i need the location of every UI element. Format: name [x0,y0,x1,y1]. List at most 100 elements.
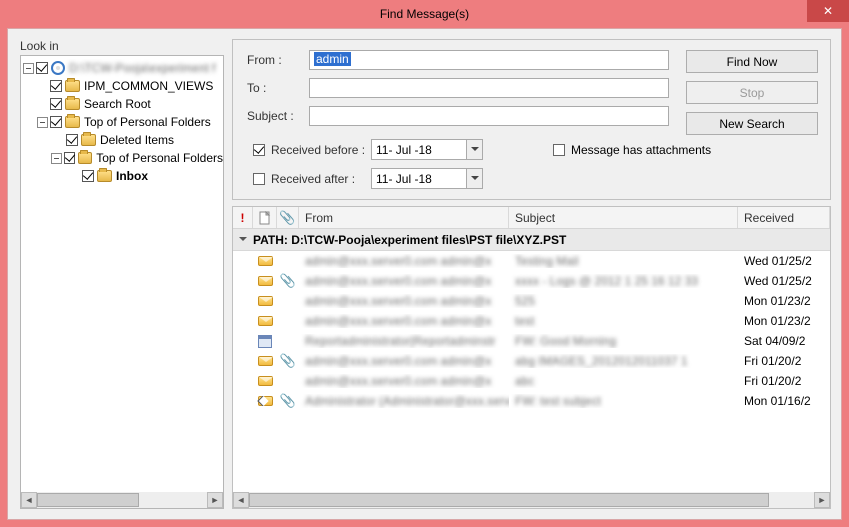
tree-node-deleted[interactable]: Deleted Items [21,131,223,149]
group-header[interactable]: PATH: D:\TCW-Pooja\experiment files\PST … [233,229,830,251]
tree-node-root[interactable]: D:\TCW-Pooja\experiment f [21,59,223,77]
cell-subject: test [509,314,738,328]
from-label: From : [247,53,309,67]
scroll-thumb[interactable] [37,493,139,507]
received-after-date[interactable]: 11- Jul -18 [371,168,483,189]
date-value: 11- Jul -18 [372,143,466,157]
column-headers: ! 📎 From Subject Received [233,207,830,229]
col-from[interactable]: From [299,207,509,228]
tree-h-scrollbar[interactable]: ◄ ► [21,492,223,508]
page-icon [259,211,271,225]
table-row[interactable]: admin@xxx.server0.com admin@xtestMon 01/… [233,311,830,331]
cell-received: Wed 01/25/2 [738,254,830,268]
scroll-right-button[interactable]: ► [814,492,830,508]
table-row[interactable]: 📎Administrator (Administrator@xxx.serveF… [233,391,830,411]
look-in-label: Look in [20,39,224,53]
to-label: To : [247,81,309,95]
cell-from: Administrator (Administrator@xxx.serve [299,394,509,408]
cell-received: Fri 01/20/2 [738,354,830,368]
scroll-track[interactable] [37,492,207,508]
col-received[interactable]: Received [738,207,830,228]
cell-type-icon [253,276,277,286]
cell-type-icon [253,356,277,366]
subject-input[interactable] [309,106,669,126]
table-row[interactable]: 📎admin@xxx.server0.com admin@xxxxx - Log… [233,271,830,291]
folder-icon [81,134,96,146]
envelope-icon [258,256,273,266]
cell-received: Mon 01/16/2 [738,394,830,408]
table-row[interactable]: admin@xxx.server0.com admin@xabcFri 01/2… [233,371,830,391]
date-value: 11- Jul -18 [372,172,466,186]
tree-node-inbox[interactable]: Inbox [21,167,223,185]
table-row[interactable]: 📎admin@xxx.server0.com admin@xabg IMAGES… [233,351,830,371]
received-after-checkbox[interactable] [253,173,265,185]
col-importance[interactable]: ! [233,207,253,228]
cell-type-icon [253,376,277,386]
tree-node-top[interactable]: Top of Personal Folders [21,113,223,131]
expander-icon[interactable] [37,117,48,128]
envelope-icon [258,276,273,286]
cell-type-icon [253,296,277,306]
chevron-down-icon[interactable] [466,169,482,188]
scroll-left-button[interactable]: ◄ [21,492,37,508]
group-path: PATH: D:\TCW-Pooja\experiment files\PST … [253,233,566,247]
folder-icon [65,98,80,110]
attachments-checkbox[interactable] [553,144,565,156]
envelope-reply-icon [258,396,273,406]
checkbox[interactable] [66,134,78,146]
col-subject[interactable]: Subject [509,207,738,228]
received-before-date[interactable]: 11- Jul -18 [371,139,483,160]
cell-received: Fri 01/20/2 [738,374,830,388]
cell-received: Wed 01/25/2 [738,274,830,288]
received-before-checkbox[interactable] [253,144,265,156]
checkbox[interactable] [82,170,94,182]
tree-label: Top of Personal Folders [84,113,211,131]
checkbox[interactable] [36,62,48,74]
new-search-button[interactable]: New Search [686,112,818,135]
tree-label: Inbox [116,167,148,185]
table-row[interactable]: admin@xxx.server0.com admin@xTesting Mai… [233,251,830,271]
chevron-down-icon[interactable] [466,140,482,159]
tree-label: IPM_COMMON_VIEWS [84,77,213,95]
close-icon: ✕ [823,4,833,18]
checkbox[interactable] [50,98,62,110]
cell-attachment: 📎 [277,353,299,369]
checkbox[interactable] [64,152,75,164]
cell-subject: 525 [509,294,738,308]
checkbox[interactable] [50,80,62,92]
cell-subject: FW: Good Morning [509,334,738,348]
col-item-type[interactable] [253,207,277,228]
folder-tree[interactable]: D:\TCW-Pooja\experiment f IPM_COMMON_VIE… [20,55,224,509]
cell-subject: FW: test subject [509,394,738,408]
from-input[interactable]: admin [309,50,669,70]
to-input[interactable] [309,78,669,98]
expander-icon[interactable] [51,153,61,164]
close-button[interactable]: ✕ [807,0,849,22]
cell-from: admin@xxx.server0.com admin@x [299,294,509,308]
table-row[interactable]: Reportadministrator|ReportadminstrFW: Go… [233,331,830,351]
tree-node-ipm[interactable]: IPM_COMMON_VIEWS [21,77,223,95]
checkbox[interactable] [50,116,62,128]
window-title: Find Message(s) [380,7,469,21]
scroll-left-button[interactable]: ◄ [233,492,249,508]
tree-node-top2[interactable]: Top of Personal Folders [21,149,223,167]
scroll-right-button[interactable]: ► [207,492,223,508]
scroll-track[interactable] [249,492,814,508]
scroll-thumb[interactable] [249,493,769,507]
cell-from: admin@xxx.server0.com admin@x [299,254,509,268]
paperclip-icon: 📎 [280,273,296,289]
cell-type-icon [253,335,277,348]
cell-type-icon [253,396,277,406]
col-attachment[interactable]: 📎 [277,207,299,228]
find-now-button[interactable]: Find Now [686,50,818,73]
results-h-scrollbar[interactable]: ◄ ► [233,492,830,508]
client-area: Look in D:\TCW-Pooja\experiment f IP [7,28,842,520]
cell-attachment: 📎 [277,393,299,409]
tree-label: Top of Personal Folders [96,149,223,167]
stop-button: Stop [686,81,818,104]
table-row[interactable]: admin@xxx.server0.com admin@x525Mon 01/2… [233,291,830,311]
from-value: admin [314,52,351,66]
expander-icon[interactable] [23,63,34,74]
collapse-icon [239,237,247,245]
tree-node-search[interactable]: Search Root [21,95,223,113]
